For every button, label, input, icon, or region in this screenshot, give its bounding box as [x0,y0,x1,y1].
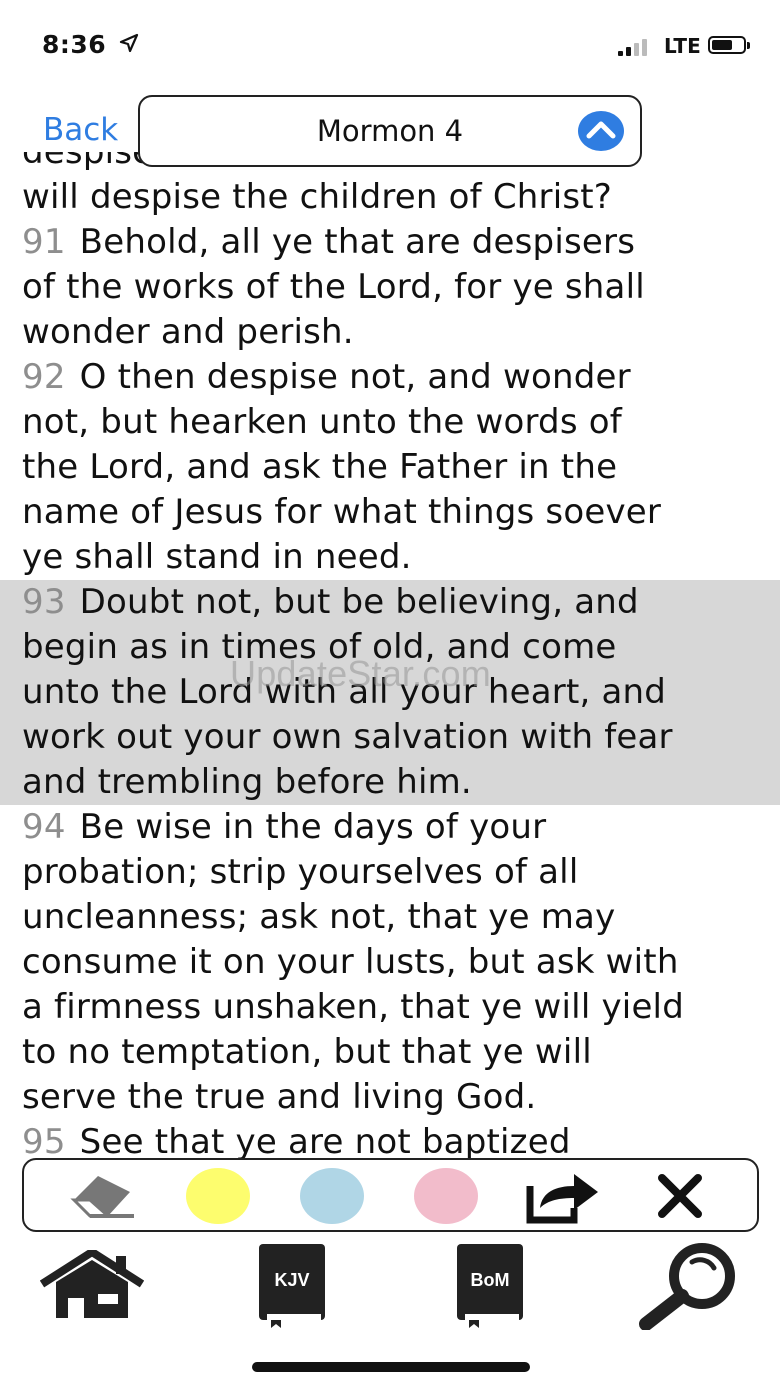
verse-93-highlighted[interactable]: 93 Doubt not, but be believing, and begin… [0,580,780,805]
verse-number: 91 [22,222,66,262]
kjv-label: KJV [274,1270,310,1290]
verse-line: name of Jesus for what things soever [22,492,662,532]
search-icon[interactable] [636,1242,740,1330]
verse-line: work out your own salvation with fear [22,717,673,757]
bom-label: BoM [470,1270,510,1290]
verse-line: begin as in times of old, and come [22,627,617,667]
chapter-title: Mormon 4 [316,114,464,148]
verse-line: Be wise in the days of your [79,807,547,847]
share-icon[interactable] [524,1168,604,1224]
verse-line: and trembling before him. [22,762,472,802]
bom-tab[interactable]: BoM [455,1244,525,1328]
verse-line: Behold, all ye that are despisers [79,222,636,262]
verse-number: 94 [22,807,66,847]
verse-95-partial[interactable]: 95 See that ye are not baptized [22,1120,762,1158]
verse-number: 92 [22,357,66,397]
home-icon[interactable] [40,1250,144,1320]
home-indicator [252,1362,530,1372]
verse-line: not, but hearken unto the words of [22,402,622,442]
kjv-tab[interactable]: KJV [257,1244,327,1328]
verse-line: uncleanness; ask not, that ye may [22,897,616,937]
signal-icon [618,38,658,56]
verse-line: O then despise not, and wonder [79,357,631,397]
verse-line: probation; strip yourselves of all [22,852,579,892]
verse-line: will despise the children of Christ? [22,177,613,217]
status-time: 8:36 [42,30,107,59]
verse-line: of the works of the Lord, for ye shall [22,267,645,307]
back-button[interactable]: Back [43,112,118,148]
verse-line: to no temptation, but that ye will [22,1032,592,1072]
highlight-yellow-button[interactable] [186,1168,250,1224]
verse-line: ye shall stand in need. [22,537,412,577]
location-arrow-icon [119,33,139,53]
verse-line: Doubt not, but be believing, and [79,582,639,622]
verse-line: serve the true and living God. [22,1077,537,1117]
status-bar: 8:36 LTE [0,0,780,90]
verse-number: 93 [22,582,66,622]
chapter-selector[interactable]: Mormon 4 [138,95,642,167]
verse-line: unto the Lord with all your heart, and [22,672,667,712]
highlight-blue-button[interactable] [300,1168,364,1224]
verse-number: 95 [22,1122,66,1158]
verse-line: wonder and perish. [22,312,354,352]
verse-line: See that ye are not baptized [79,1122,571,1158]
verse-line: the Lord, and ask the Father in the [22,447,618,487]
scripture-reader[interactable]: despise the works of the Lord? Who will … [0,152,780,1158]
chevron-up-icon[interactable] [578,111,624,151]
close-icon[interactable] [656,1174,704,1218]
verse-92[interactable]: 92 O then despise not, and wonder not, bu… [22,355,762,580]
battery-icon [708,36,750,54]
highlight-toolbar [22,1158,759,1232]
eraser-icon[interactable] [68,1170,138,1222]
verse-line: a firmness unshaken, that ye will yield [22,987,684,1027]
verse-line: consume it on your lusts, but ask with [22,942,679,982]
verse-94[interactable]: 94 Be wise in the days of your probation;… [22,805,762,1120]
network-type: LTE [664,34,701,58]
highlight-pink-button[interactable] [414,1168,478,1224]
verse-91[interactable]: 91 Behold, all ye that are despisers of t… [22,220,762,355]
